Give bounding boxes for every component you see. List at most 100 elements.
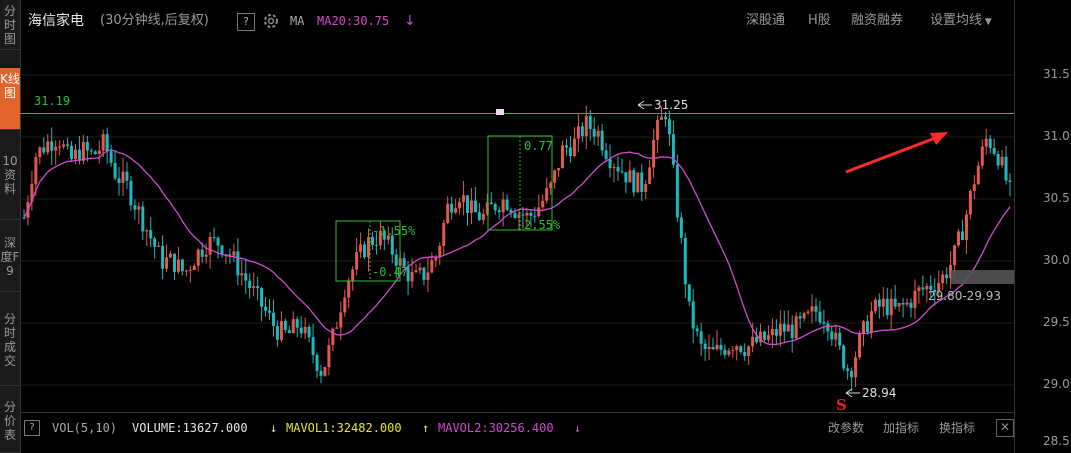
volume-indicator-name: VOL(5,10) (52, 421, 118, 435)
candle-body (497, 210, 501, 213)
candle-body (743, 351, 747, 356)
candle-body (751, 336, 755, 347)
add-indicator-button[interactable]: 加指标 (883, 420, 919, 436)
candle-body (846, 368, 850, 371)
help-button[interactable]: ? (237, 13, 255, 31)
candle-body (917, 287, 921, 291)
candle-body (422, 267, 426, 280)
box2-top-label: 0.77 (524, 139, 553, 153)
candle-body (810, 306, 814, 312)
candle-body (830, 331, 834, 340)
candle-body (905, 302, 909, 305)
candle-body (881, 298, 885, 307)
candle-body (370, 237, 374, 245)
candle-body (838, 332, 842, 346)
candle-body (984, 138, 988, 147)
candle-body (101, 134, 105, 151)
close-icon[interactable]: ✕ (996, 419, 1014, 437)
candle-body (553, 170, 557, 183)
side-tab-kline[interactable]: K线图 (0, 68, 20, 130)
candle-body (256, 286, 260, 289)
candle-body (319, 370, 323, 376)
candle-body (153, 238, 157, 247)
candle-body (141, 206, 145, 232)
shenzhen-connect-link[interactable]: 深股通 (746, 11, 785, 31)
side-tab-depth[interactable]: 深度F9 (0, 232, 20, 292)
ma-label: MA (290, 14, 305, 28)
candle-body (723, 349, 727, 355)
candle-body (34, 157, 38, 185)
candle-body (675, 164, 679, 218)
high-price-marker: 31.25 (637, 98, 688, 112)
kline-chart[interactable]: 31.19 -1.55% -0.47 0.77 2.55% 31.25 28.9… (20, 42, 1014, 412)
mavol1-up-arrow-icon: ↑ (422, 421, 430, 435)
candle-body (283, 321, 287, 331)
candle-body (315, 354, 319, 371)
candle-body (525, 212, 529, 216)
candle-body (469, 200, 473, 213)
candle-body (889, 298, 893, 316)
candle-body (184, 270, 188, 272)
side-tab-f10[interactable]: 10资料 (0, 150, 20, 220)
candle-body (418, 267, 422, 271)
candle-body (113, 162, 117, 179)
candle-body (992, 148, 996, 154)
candle-body (822, 322, 826, 324)
candle-body (644, 183, 648, 192)
switch-indicator-button[interactable]: 换指标 (939, 420, 975, 436)
candle-body (271, 312, 275, 326)
candle-body (363, 244, 367, 258)
candle-body (58, 146, 62, 148)
candle-body (165, 257, 169, 269)
candle-body (996, 153, 1000, 166)
candle-body (339, 312, 343, 328)
candle-body (117, 178, 121, 183)
candle-body (691, 301, 695, 329)
candle-body (703, 343, 707, 349)
candle-body (572, 138, 576, 157)
side-tab-price-table[interactable]: 分价表 (0, 396, 20, 453)
candle-body (719, 344, 723, 350)
h-share-link[interactable]: H股 (808, 11, 831, 31)
candle-body (715, 344, 719, 350)
candle-body (529, 212, 533, 216)
low-price-label: 28.94 (862, 386, 896, 400)
candle-body (493, 204, 497, 211)
axis-tick: 29.0 (1043, 377, 1070, 391)
candle-body (97, 150, 101, 155)
candle-body (818, 311, 822, 323)
box1-top-label: -1.55% (372, 224, 416, 238)
side-tab-intraday[interactable]: 分时图 (0, 0, 20, 50)
volume-down-arrow-icon: ↓ (270, 421, 278, 435)
axis-tick: 31.5 (1043, 67, 1070, 81)
margin-link[interactable]: 融资融券 (851, 11, 903, 31)
candle-body (988, 138, 992, 149)
candle-body (93, 151, 97, 155)
candle-body (568, 147, 572, 157)
candle-body (774, 329, 778, 336)
candle-body (687, 284, 691, 302)
price-axis: 31.5 31.0 30.5 30.0 29.5 29.0 28.5 (1014, 0, 1071, 453)
candle-body (858, 333, 862, 358)
candle-body (1000, 156, 1004, 166)
volume-help-button[interactable]: ? (24, 420, 40, 436)
candle-body (414, 270, 418, 273)
candle-body (865, 321, 869, 333)
candle-body (446, 203, 450, 223)
ma-settings-dropdown[interactable]: 设置均线 ▼ (930, 11, 992, 31)
candle-body (66, 144, 70, 146)
candle-body (462, 195, 466, 203)
midline-marker[interactable] (496, 109, 504, 115)
change-params-button[interactable]: 改参数 (828, 420, 864, 436)
candle-body (1008, 180, 1012, 182)
candle-body (121, 171, 125, 183)
gear-icon[interactable] (262, 12, 280, 30)
candle-body (620, 171, 624, 173)
candle-body (149, 230, 153, 239)
candle-body (576, 126, 580, 139)
candle-body (941, 274, 945, 284)
candle-body (359, 244, 363, 253)
side-tab-trades[interactable]: 分时成交 (0, 308, 20, 386)
candle-body (877, 299, 881, 307)
candle-body (473, 200, 477, 213)
